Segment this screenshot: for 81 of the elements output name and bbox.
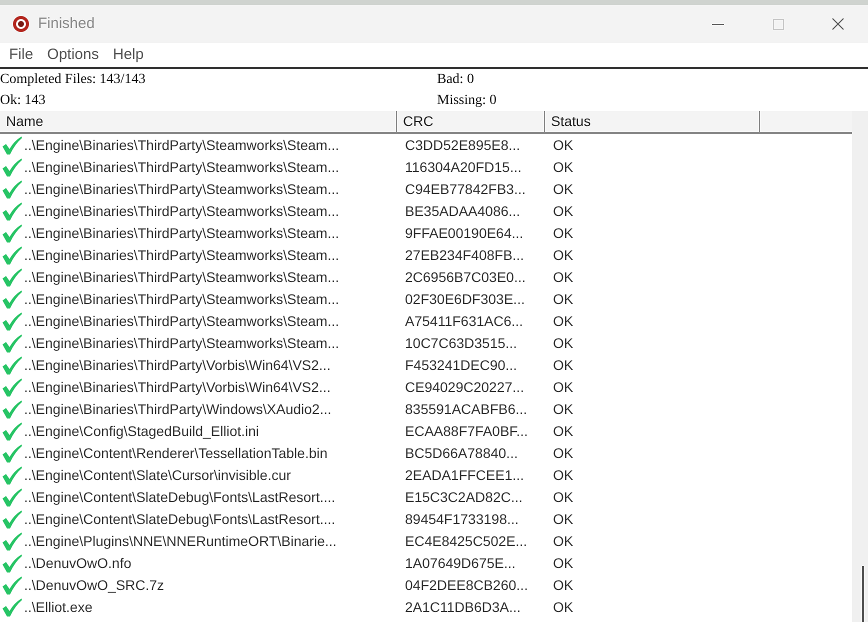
file-name-cell-text: ..\Engine\Binaries\ThirdParty\Vorbis\Win64\VS2... (24, 378, 331, 397)
status-cell: OK (553, 268, 574, 284)
column-header[interactable]: Name (0, 111, 397, 134)
file-name-cell-text: ..\Engine\Binaries\ThirdParty\Steamworks\Steam... (24, 312, 340, 331)
scrollbar-thumb[interactable] (862, 566, 864, 622)
crc-cell: ECAA88F7FA0BF... (405, 422, 528, 438)
file-name-cell-text: ..\Engine\Binaries\ThirdParty\Steamworks\Steam... (24, 268, 340, 287)
crc-cell: C94EB77842FB3... (405, 180, 526, 196)
status-cell: OK (553, 290, 574, 306)
crc-cell: CE94029C20227... (405, 378, 524, 394)
lifebuoy-icon (12, 15, 30, 33)
crc-cell: E15C3C2AD82C... (405, 488, 523, 504)
file-name-cell-text: ..\Engine\Config\StagedBuild_Elliot.ini (24, 422, 260, 441)
summary-text: Ok: 143 (0, 92, 46, 110)
file-name-cell-text: ..\Engine\Binaries\ThirdParty\Windows\XAudio2... (24, 400, 332, 419)
status-cell: OK (553, 378, 574, 394)
crc-cell: 10C7C63D3515... (405, 334, 518, 350)
file-name-cell-text: ..\Engine\Content\SlateDebug\Fonts\LastResort.... (24, 488, 336, 507)
maximize-icon (772, 18, 784, 30)
status-cell: OK (553, 202, 574, 218)
column-header[interactable]: Status (545, 111, 760, 134)
crc-cell: C3DD52E895E8... (405, 136, 520, 152)
file-name-cell-text: ..\Engine\Content\SlateDebug\Fonts\LastResort.... (24, 510, 336, 529)
file-name-cell-text: ..\DenuvOwO.nfo (24, 554, 132, 572)
status-cell: OK (553, 576, 574, 592)
crc-cell: 1A07649D675E... (405, 554, 516, 570)
crc-cell: BE35ADAA4086... (405, 202, 520, 218)
status-cell: OK (553, 356, 574, 372)
file-name-cell-text: ..\Engine\Binaries\ThirdParty\Steamworks\Steam... (24, 158, 340, 177)
file-name-cell-text: ..\Engine\Binaries\ThirdParty\Steamworks\Steam... (24, 180, 340, 199)
file-name-cell-text: ..\Engine\Binaries\ThirdParty\Steamworks\Steam... (24, 290, 340, 309)
crc-cell: 02F30E6DF303E... (405, 290, 525, 306)
file-name-cell-text: ..\Engine\Binaries\ThirdParty\Steamworks\Steam... (24, 224, 340, 243)
crc-cell: 2A1C11DB6D3A... (405, 598, 521, 614)
close-icon (832, 18, 844, 30)
status-cell: OK (553, 158, 574, 174)
status-cell: OK (553, 532, 574, 548)
file-name-cell-text: ..\Engine\Content\Renderer\TessellationTable.bin (24, 444, 328, 463)
status-cell: OK (553, 598, 574, 614)
status-cell: OK (553, 334, 574, 350)
status-cell: OK (553, 136, 574, 152)
crc-cell: BC5D66A78840... (405, 444, 518, 460)
status-cell: OK (553, 180, 574, 196)
file-name-cell-text: ..\Engine\Binaries\ThirdParty\Steamworks\Steam... (24, 202, 340, 221)
crc-cell: EC4E8425C502E... (405, 532, 528, 548)
status-cell: OK (553, 246, 574, 262)
status-cell: OK (553, 224, 574, 240)
status-cell: OK (553, 488, 574, 504)
menu-item[interactable]: Help (106, 45, 151, 65)
crc-cell: 04F2DEE8CB260... (405, 576, 528, 592)
crc-cell: 89454F1733198... (405, 510, 519, 526)
summary-text: Completed Files: 143/143 (0, 71, 146, 89)
status-cell: OK (553, 444, 574, 460)
file-name-cell-text: ..\Elliot.exe (24, 598, 92, 616)
status-cell: OK (553, 422, 574, 438)
crc-cell: 9FFAE00190E64... (405, 224, 524, 240)
summary-text: Bad: 0 (437, 71, 475, 89)
file-name-cell-text: ..\Engine\Binaries\ThirdParty\Steamworks\Steam... (24, 246, 340, 265)
menu-item[interactable]: Options (40, 45, 106, 65)
file-name-cell-text: ..\Engine\Content\Slate\Cursor\invisible.cur (24, 466, 291, 485)
file-name-cell-text: ..\DenuvOwO_SRC.7z (24, 576, 164, 595)
crc-cell: A75411F631AC6... (405, 312, 524, 328)
column-header[interactable]: CRC (397, 111, 545, 134)
status-cell: OK (553, 466, 574, 482)
status-cell: OK (553, 400, 574, 416)
file-name-cell-text: ..\Engine\Binaries\ThirdParty\Vorbis\Win64\VS2... (24, 356, 331, 375)
crc-cell: 27EB234F408FB... (405, 246, 524, 262)
crc-cell: 2C6956B7C03E0... (405, 268, 526, 284)
window-title: Finished (38, 14, 95, 34)
crc-cell: 2EADA1FFCEE1... (405, 466, 524, 482)
crc-cell: 116304A20FD15... (405, 158, 522, 174)
status-cell: OK (553, 312, 574, 328)
status-cell: OK (553, 554, 574, 570)
summary-text: Missing: 0 (437, 92, 498, 110)
menu-item[interactable]: File (2, 45, 40, 65)
status-cell: OK (553, 510, 574, 526)
file-name-cell-text: ..\Engine\Binaries\ThirdParty\Steamworks\Steam... (24, 334, 340, 353)
file-name-cell-text: ..\Engine\Binaries\ThirdParty\Steamworks\Steam... (24, 136, 340, 155)
file-name-cell-text: ..\Engine\Plugins\NNE\NNERuntimeORT\Binarie... (24, 532, 337, 551)
crc-cell: F453241DEC90... (405, 356, 518, 372)
crc-cell: 835591ACABFB6... (405, 400, 528, 416)
